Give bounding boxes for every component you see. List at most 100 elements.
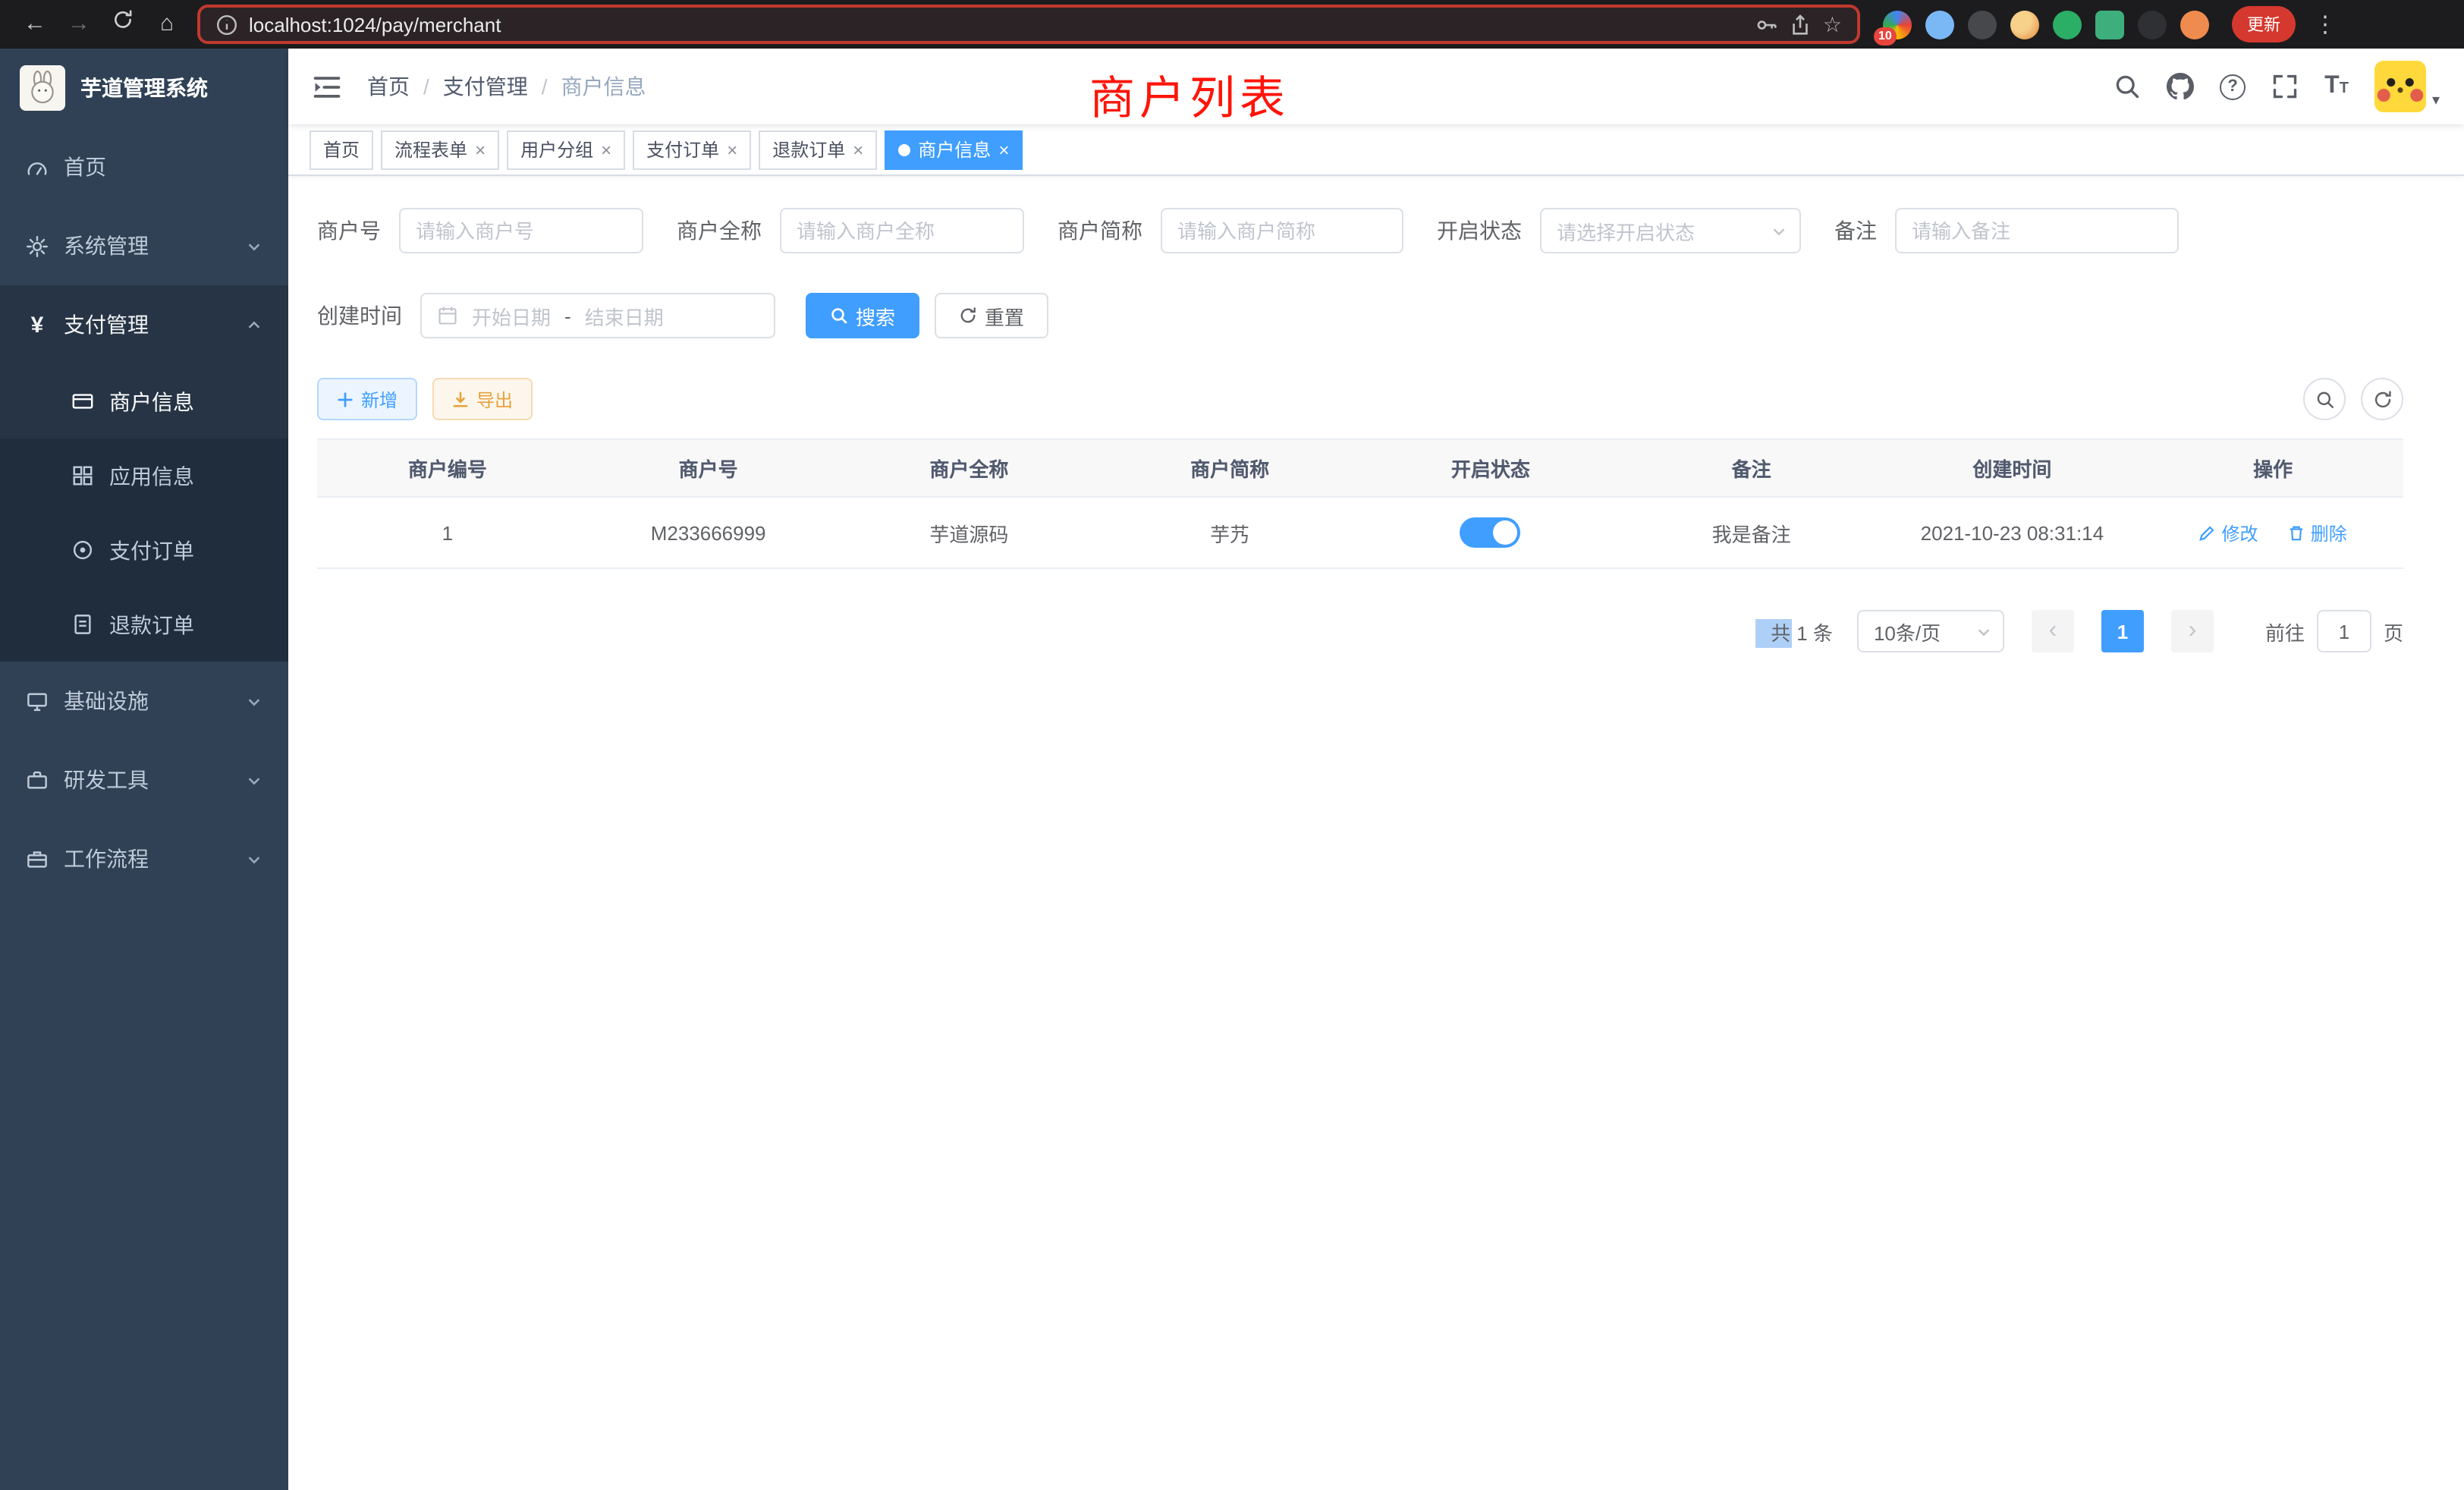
search-button[interactable]: 搜索 (806, 293, 919, 338)
date-range-picker[interactable]: 开始日期 - 结束日期 (420, 293, 775, 338)
sidebar-item-payment[interactable]: ¥ 支付管理 (0, 285, 288, 364)
close-icon[interactable]: × (601, 140, 611, 159)
merchant-no-input[interactable] (399, 208, 643, 253)
close-icon[interactable]: × (475, 140, 486, 159)
short-name-input[interactable] (1161, 208, 1403, 253)
chrome-update-button[interactable]: 更新 (2232, 6, 2296, 42)
browser-home-icon[interactable]: ⌂ (147, 0, 187, 49)
extension-icon-3[interactable] (1968, 10, 1997, 39)
chevron-down-icon (1771, 222, 1787, 239)
close-icon[interactable]: × (727, 140, 737, 159)
select-placeholder: 请选择开启状态 (1557, 216, 1695, 245)
share-icon[interactable] (1790, 13, 1812, 36)
sidebar-item-label: 工作流程 (64, 844, 149, 874)
remark-input[interactable] (1895, 208, 2179, 253)
page-unit-label: 页 (2384, 617, 2403, 646)
extension-icon-2[interactable] (1925, 10, 1954, 39)
cell-status (1360, 497, 1621, 568)
next-page-button[interactable]: › (2171, 610, 2214, 652)
avatar[interactable] (2374, 61, 2426, 112)
tab-process-form[interactable]: 流程表单× (381, 130, 499, 169)
sidebar-item-system[interactable]: 系统管理 (0, 206, 288, 285)
sidebar-item-workflow[interactable]: 工作流程 (0, 819, 288, 898)
site-info-icon[interactable] (215, 13, 238, 36)
edit-link[interactable]: 修改 (2198, 520, 2258, 545)
goto-page: 前往 页 (2265, 610, 2403, 652)
close-icon[interactable]: × (853, 140, 863, 159)
fullscreen-icon[interactable] (2271, 73, 2299, 100)
sidebar: 芋道管理系统 首页 系统管理 ¥ 支付管理 商户信息 (0, 49, 288, 1490)
dashboard-icon (26, 156, 49, 178)
tab-home[interactable]: 首页 (310, 130, 373, 169)
add-button[interactable]: 新增 (317, 378, 417, 420)
export-button[interactable]: 导出 (432, 378, 533, 420)
field-label: 商户简称 (1058, 215, 1142, 246)
close-icon[interactable]: × (998, 140, 1009, 159)
extension-icon-8[interactable] (2180, 10, 2209, 39)
extension-icon-5[interactable] (2053, 10, 2082, 39)
search-icon (830, 306, 848, 325)
sidebar-item-dev-tools[interactable]: 研发工具 (0, 740, 288, 819)
download-icon (452, 391, 469, 407)
total-text: 共1 条 (1755, 617, 1833, 646)
status-select[interactable]: 请选择开启状态 (1540, 208, 1801, 253)
sidebar-item-label: 研发工具 (64, 765, 149, 795)
extension-icon-1[interactable]: 10 (1883, 10, 1912, 39)
delete-link[interactable]: 删除 (2288, 520, 2347, 545)
page-annotation: 商户列表 (1089, 61, 1290, 127)
breadcrumb-item[interactable]: 支付管理 (443, 71, 528, 102)
field-status: 开启状态 请选择开启状态 (1437, 208, 1801, 253)
address-bar[interactable]: localhost:1024/pay/merchant ☆ (197, 5, 1860, 44)
bookmark-star-icon[interactable]: ☆ (1823, 14, 1842, 35)
chevron-down-icon (246, 237, 262, 254)
password-key-icon[interactable] (1756, 13, 1779, 36)
refresh-table-button[interactable] (2361, 378, 2403, 420)
full-name-input[interactable] (780, 208, 1024, 253)
extension-icon-7[interactable] (2138, 10, 2167, 39)
font-size-icon[interactable]: TT (2324, 74, 2349, 99)
extension-icon-4[interactable] (2010, 10, 2039, 39)
tab-pay-order[interactable]: 支付订单× (633, 130, 751, 169)
page-size-select[interactable]: 10条/页 (1857, 610, 2004, 652)
sidebar-item-label: 商户信息 (109, 386, 194, 417)
github-icon[interactable] (2167, 73, 2194, 100)
toggle-search-button[interactable] (2303, 378, 2346, 420)
status-toggle[interactable] (1460, 517, 1521, 548)
help-icon[interactable]: ? (2220, 74, 2246, 99)
search-icon[interactable] (2114, 73, 2141, 100)
sidebar-item-refund-order[interactable]: 退款订单 (0, 587, 288, 662)
goto-page-input[interactable] (2317, 610, 2371, 652)
browser-menu-icon[interactable]: ⋮ (2314, 11, 2337, 38)
sidebar-item-merchant-info[interactable]: 商户信息 (0, 364, 288, 439)
field-label: 创建时间 (317, 300, 402, 331)
tab-merchant-info-active[interactable]: 商户信息× (885, 130, 1023, 169)
tab-user-group[interactable]: 用户分组× (507, 130, 625, 169)
gear-icon (26, 234, 49, 257)
hamburger-icon[interactable] (313, 72, 341, 101)
browser-forward-icon[interactable]: → (59, 0, 99, 49)
sidebar-item-home[interactable]: 首页 (0, 127, 288, 206)
caret-down-icon: ▾ (2432, 93, 2440, 112)
card-icon (71, 390, 94, 413)
browser-back-icon[interactable]: ← (15, 0, 55, 49)
extension-icon-6[interactable] (2095, 10, 2124, 39)
table-header-row: 商户编号 商户号 商户全称 商户简称 开启状态 备注 创建时间 操作 (317, 439, 2403, 497)
sidebar-item-pay-order[interactable]: 支付订单 (0, 513, 288, 587)
sidebar-item-app-info[interactable]: 应用信息 (0, 439, 288, 513)
logo-image (20, 65, 65, 111)
toolbox-icon (26, 769, 49, 791)
field-label: 开启状态 (1437, 215, 1522, 246)
sidebar-item-infrastructure[interactable]: 基础设施 (0, 662, 288, 740)
reset-button[interactable]: 重置 (935, 293, 1048, 338)
field-label: 商户全称 (677, 215, 762, 246)
app-logo[interactable]: 芋道管理系统 (0, 49, 288, 127)
date-start-placeholder: 开始日期 (472, 301, 551, 330)
user-menu[interactable]: ▾ (2374, 61, 2440, 112)
current-page-button[interactable]: 1 (2101, 610, 2144, 652)
sidebar-item-label: 退款订单 (109, 609, 194, 640)
prev-page-button[interactable]: ‹ (2032, 610, 2074, 652)
breadcrumb-item[interactable]: 首页 (367, 71, 410, 102)
browser-reload-icon[interactable] (103, 0, 143, 49)
tab-refund-order[interactable]: 退款订单× (759, 130, 877, 169)
app-title: 芋道管理系统 (80, 73, 208, 103)
